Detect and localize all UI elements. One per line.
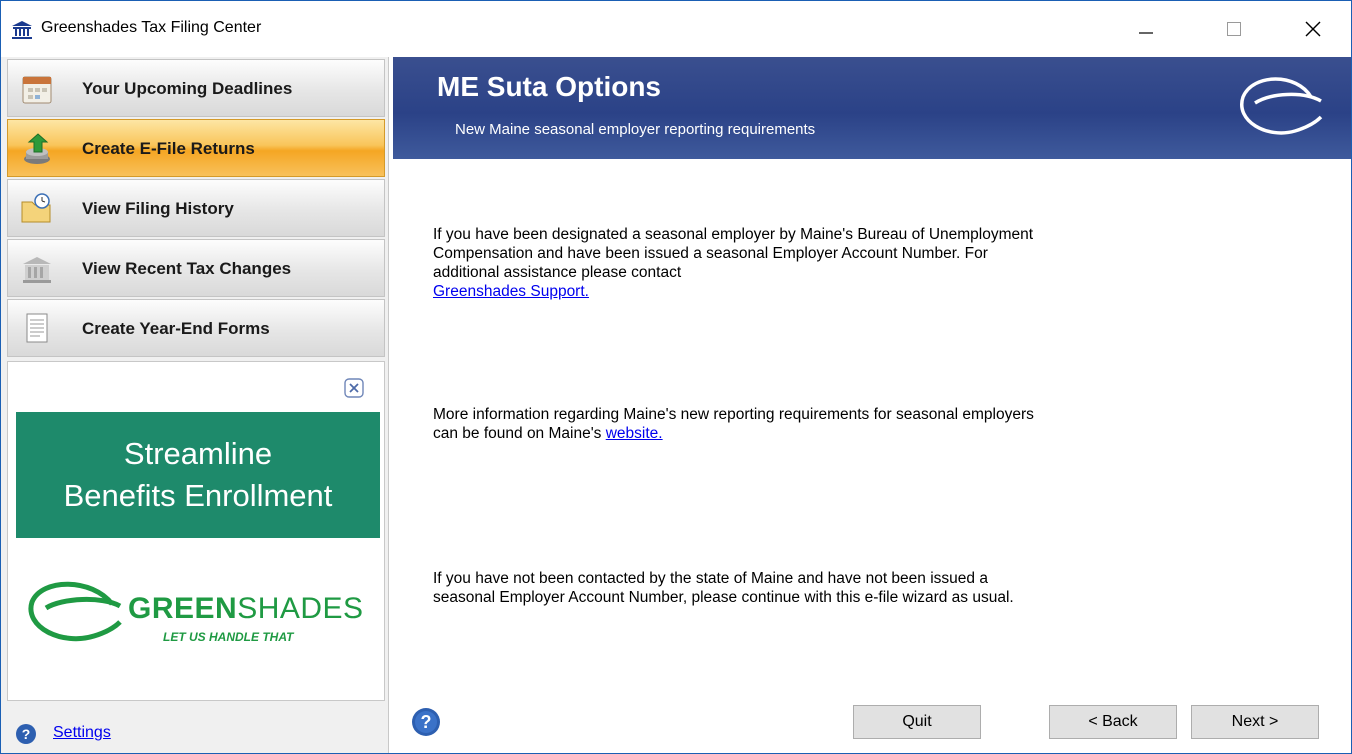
ad-panel: Streamline Benefits Enrollment GREENSHAD…	[7, 361, 385, 701]
sidebar-item-label: View Filing History	[82, 199, 234, 218]
content-area: If you have been designated a seasonal e…	[393, 159, 1351, 699]
ad-banner[interactable]: Streamline Benefits Enrollment	[16, 412, 380, 538]
title-bar: Greenshades Tax Filing Center	[1, 1, 1351, 57]
next-button[interactable]: Next >	[1191, 705, 1319, 739]
svg-text:?: ?	[22, 726, 31, 742]
greenshades-support-link[interactable]: Greenshades Support.	[433, 283, 589, 300]
window-title: Greenshades Tax Filing Center	[41, 19, 262, 36]
brand-bold: GREEN	[128, 592, 238, 625]
sidebar-item-view-recent-tax-changes[interactable]: View Recent Tax Changes	[7, 239, 385, 297]
sidebar-item-label: Create Year-End Forms	[82, 319, 270, 338]
sidebar-item-label: View Recent Tax Changes	[82, 259, 292, 278]
close-icon	[1305, 21, 1321, 37]
wizard-button-bar: ? Quit < Back Next >	[393, 691, 1351, 753]
efile-upload-icon	[24, 133, 50, 164]
minimize-button[interactable]	[1117, 1, 1175, 57]
bank-icon	[12, 21, 32, 39]
brand-light: SHADES	[237, 592, 364, 625]
page-subtitle: New Maine seasonal employer reporting re…	[455, 121, 816, 138]
minimize-icon	[1139, 32, 1153, 34]
close-ad-icon[interactable]	[344, 378, 364, 398]
paragraph-seasonal-employer: If you have been designated a seasonal e…	[433, 225, 1053, 301]
calendar-icon	[22, 76, 52, 104]
document-icon	[26, 313, 48, 343]
paragraph-text: More information regarding Maine's new r…	[433, 406, 1034, 442]
paragraph-not-contacted: If you have not been contacted by the st…	[433, 569, 1053, 607]
page-header: ME Suta Options New Maine seasonal emplo…	[393, 57, 1351, 159]
sidebar-item-create-efile-returns[interactable]: Create E-File Returns	[7, 119, 385, 177]
quit-button[interactable]: Quit	[853, 705, 981, 739]
folder-clock-icon	[21, 193, 51, 223]
sidebar-item-create-year-end-forms[interactable]: Create Year-End Forms	[7, 299, 385, 357]
sidebar-item-view-filing-history[interactable]: View Filing History	[7, 179, 385, 237]
back-button[interactable]: < Back	[1049, 705, 1177, 739]
settings-link[interactable]: Settings	[53, 724, 111, 742]
help-icon[interactable]: ?	[411, 707, 441, 737]
paragraph-text: If you have been designated a seasonal e…	[433, 226, 1034, 281]
ad-headline-line1: Streamline	[123, 436, 273, 471]
maine-website-link[interactable]: website.	[606, 425, 663, 442]
maximize-icon	[1227, 22, 1241, 36]
sidebar-item-upcoming-deadlines[interactable]: Your Upcoming Deadlines	[7, 59, 385, 117]
greenshades-header-logo-icon	[1240, 77, 1323, 135]
help-icon[interactable]: ?	[15, 723, 37, 745]
close-button[interactable]	[1284, 1, 1342, 57]
greenshades-wordmark: GREENSHADES	[128, 592, 364, 626]
paragraph-more-information: More information regarding Maine's new r…	[433, 405, 1053, 443]
svg-text:?: ?	[421, 712, 432, 732]
maximize-button[interactable]	[1205, 1, 1263, 57]
app-window: Greenshades Tax Filing Center Your Upcom…	[0, 0, 1352, 754]
sidebar-footer: ? Settings	[1, 705, 389, 753]
sidebar: Your Upcoming Deadlines Create E-File Re…	[1, 57, 389, 753]
paragraph-text: If you have not been contacted by the st…	[433, 570, 1014, 606]
building-icon	[23, 257, 51, 283]
page-title: ME Suta Options	[437, 71, 661, 102]
ad-headline-line2: Benefits Enrollment	[63, 478, 333, 513]
greenshades-tagline: LET US HANDLE THAT	[163, 630, 294, 644]
sidebar-item-label: Create E-File Returns	[82, 139, 255, 158]
sidebar-item-label: Your Upcoming Deadlines	[82, 79, 293, 98]
